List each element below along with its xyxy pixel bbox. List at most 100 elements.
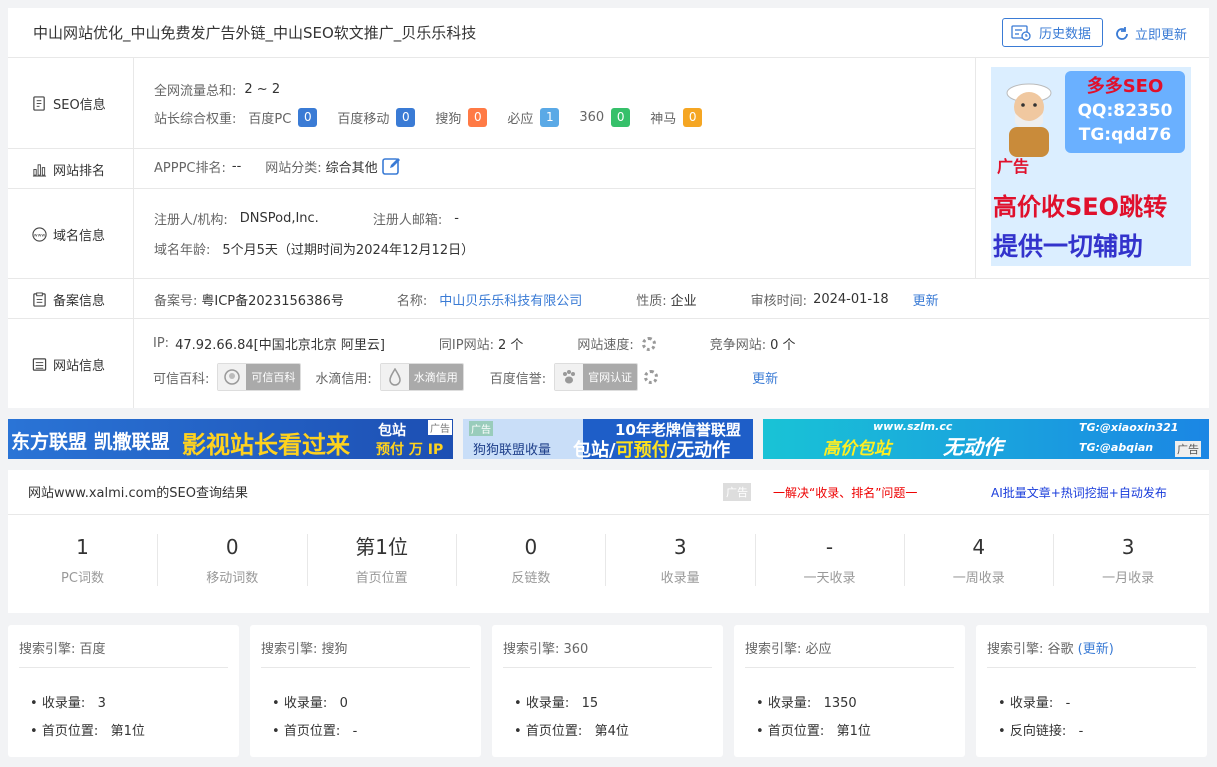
- weight-badge: 0: [683, 108, 703, 127]
- seo-info-text: SEO信息: [53, 98, 106, 113]
- water-badge[interactable]: 水滴信用: [379, 363, 464, 391]
- icp-update-link[interactable]: 更新: [913, 290, 939, 309]
- result-ad-red[interactable]: 一解决“收录、排名”问题一: [773, 484, 917, 501]
- competitor-label: 竞争网站:: [709, 338, 767, 353]
- update-now-button[interactable]: 立即更新: [1114, 24, 1187, 43]
- banner-ad-3[interactable]: www.szlm.cc 高价包站 无动作 TG:@xiaoxin321 TG:@…: [763, 419, 1209, 459]
- competitor-value: 0 个: [770, 338, 796, 353]
- history-data-button[interactable]: 历史数据: [1002, 18, 1103, 47]
- stat-item: 3 一月收录: [1053, 534, 1202, 586]
- engine-card: 搜索引擎: 必应收录量: 1350 首页位置: 第1位: [734, 625, 965, 757]
- banner-ad-1[interactable]: 东方联盟 凯撒联盟 影视站长看过来 包站 预付 万 IP 广告: [8, 419, 453, 459]
- engine-row: 收录量: -: [998, 692, 1071, 711]
- site-rank-text: 网站排名: [53, 164, 106, 179]
- stat-value: 4: [972, 535, 986, 559]
- same-ip-value: 2 个: [497, 338, 524, 353]
- side-ad-big2: 提供一切辅助: [993, 232, 1144, 261]
- stat-label: 收录量: [660, 571, 700, 586]
- stat-label: PC词数: [61, 571, 104, 586]
- same-ip-label: 同IP网站:: [438, 338, 494, 353]
- water-badge-label: 水滴信用: [413, 371, 458, 384]
- engine-row: 首页位置: 第1位: [30, 720, 145, 739]
- engine-row: 首页位置: 第1位: [756, 720, 871, 739]
- email-label: 注册人邮箱:: [372, 213, 443, 228]
- site-info-label: 网站信息: [32, 355, 105, 374]
- banner2-left: 狗狗联盟收量: [473, 443, 552, 458]
- ip-row: IP: 47.92.66.84[中国北京北京 阿里云] 同IP网站: 2 个 网…: [153, 334, 796, 353]
- side-ad-line1: 多多SEO: [1086, 76, 1164, 97]
- stat-label: 反链数: [511, 571, 551, 586]
- trust-badge-label: 可信百科: [251, 371, 296, 384]
- engine-row: 收录量: 3: [30, 692, 106, 711]
- banner3-tag: 广告: [1175, 441, 1201, 457]
- edit-icon[interactable]: [381, 156, 402, 176]
- stat-item: 0 移动词数: [157, 534, 306, 586]
- nature-label: 性质:: [636, 294, 667, 309]
- history-data-label: 历史数据: [1039, 27, 1092, 42]
- shield-icon: [218, 364, 247, 390]
- category-label: 网站分类:: [265, 160, 322, 176]
- weight-item: 百度PC 0: [248, 108, 318, 127]
- baidu-badge[interactable]: 官网认证: [554, 363, 639, 391]
- engine-row: 首页位置: 第4位: [514, 720, 629, 739]
- audit-value: 2024-01-18: [813, 292, 889, 307]
- weight-badge: 0: [298, 108, 318, 127]
- document-icon: [33, 96, 45, 111]
- baidu-label: 百度信誉:: [489, 371, 547, 387]
- stat-value: 第1位: [355, 535, 408, 559]
- side-ad-line3: TG:qdd76: [1078, 125, 1172, 145]
- stat-value: 3: [1121, 535, 1135, 559]
- weight-item: 搜狗 0: [435, 108, 488, 127]
- ip-label: IP:: [153, 336, 170, 351]
- stat-item: 3 收录量: [605, 534, 754, 586]
- banner1-tag: 广告: [428, 420, 452, 435]
- weight-name: 百度移动: [337, 112, 390, 127]
- email-value: -: [454, 211, 459, 226]
- side-ad-line2: QQ:82350: [1077, 101, 1173, 121]
- engine-title: 搜索引擎: 必应: [745, 642, 832, 657]
- banner2-main: 包站/可预付/无动作: [573, 440, 731, 459]
- page-title: 中山网站优化_中山免费发广告外链_中山SEO软文推广_贝乐乐科技: [33, 24, 477, 42]
- side-ad-big1: 高价收SEO跳转: [993, 193, 1168, 221]
- bar-chart-icon: [32, 164, 47, 177]
- weight-item: 百度移动 0: [337, 108, 416, 127]
- speed-label: 网站速度:: [577, 338, 634, 353]
- stat-label: 一周收录: [952, 571, 1005, 586]
- registrant-label: 注册人/机构:: [154, 213, 228, 228]
- trust-badge[interactable]: 可信百科: [217, 363, 302, 391]
- site-update-link[interactable]: 更新: [752, 368, 778, 387]
- banner1-big: 影视站长看过来: [182, 431, 350, 459]
- weight-label: 站长综合权重:: [154, 112, 237, 127]
- weight-name: 360: [579, 110, 605, 125]
- engine-row: 反向链接: -: [998, 720, 1084, 739]
- engine-card: 搜索引擎: 搜狗收录量: 0 首页位置: -: [250, 625, 481, 757]
- weight-badge: 0: [468, 108, 488, 127]
- stat-value: 0: [225, 535, 239, 559]
- engine-update-link[interactable]: (更新): [1078, 642, 1114, 657]
- domain-age-value: 5个月5天（过期时间为2024年12月12日）: [222, 243, 475, 258]
- domain-age-label: 域名年龄:: [154, 243, 211, 258]
- result-ad-blue[interactable]: AI批量文章+热词挖掘+自动发布: [991, 484, 1167, 501]
- registrant-row: 注册人/机构: DNSPod,Inc. 注册人邮箱: -: [154, 209, 459, 228]
- registrant-value: DNSPod,Inc.: [239, 211, 319, 226]
- icp-company-link[interactable]: 中山贝乐乐科技有限公司: [439, 290, 582, 309]
- trust-row: 可信百科: 可信百科 水滴信用: 水滴信用 百度信誉: 官网认证 更新: [153, 363, 778, 391]
- stat-value: 1: [76, 535, 89, 559]
- ip-value: 47.92.66.84[中国北京北京 阿里云]: [175, 338, 385, 353]
- domain-age-row: 域名年龄: 5个月5天（过期时间为2024年12月12日）: [154, 239, 474, 258]
- audit-label: 审核时间:: [750, 294, 808, 309]
- water-label: 水滴信用:: [315, 371, 372, 387]
- baidu-badge-label: 官网认证: [588, 371, 633, 384]
- traffic-label: 全网流量总和:: [154, 84, 237, 99]
- nature-value: 企业: [670, 294, 697, 309]
- side-ad[interactable]: 多多SEO QQ:82350 TG:qdd76 广告 高价收SEO跳转 提供一切…: [991, 67, 1191, 266]
- weight-item: 360 0: [579, 108, 631, 127]
- rank-row: APPPC排名: -- 网站分类: 综合其他: [154, 156, 402, 176]
- weight-row: 站长综合权重: 百度PC 0 百度移动 0 搜狗 0 必应 1 360 0 神马 0: [154, 108, 703, 127]
- category-value: 综合其他: [325, 160, 378, 176]
- result-title: 网站www.xalmi.com的SEO查询结果: [28, 486, 248, 501]
- banner-ad-2[interactable]: 广告 狗狗联盟收量 10年老牌信誉联盟 包站/可预付/无动作: [463, 419, 753, 459]
- result-ad-tag: 广告: [723, 483, 751, 501]
- weight-name: 搜狗: [435, 112, 462, 127]
- water-drop-icon: [380, 364, 409, 390]
